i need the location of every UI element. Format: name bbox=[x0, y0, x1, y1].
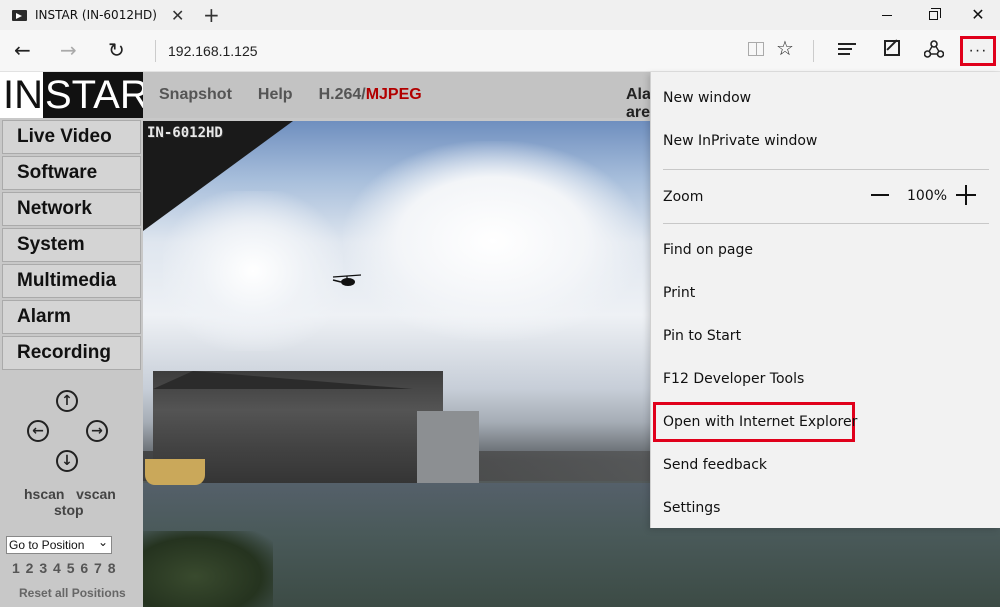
side-item-multimedia[interactable]: Multimedia bbox=[2, 264, 141, 298]
stop-button[interactable]: stop bbox=[54, 502, 84, 518]
menu-divider bbox=[663, 223, 989, 224]
restore-button[interactable] bbox=[910, 0, 956, 30]
menu-pin-to-start[interactable]: Pin to Start bbox=[663, 328, 741, 344]
codec-mjpeg-link[interactable]: MJPEG bbox=[366, 86, 422, 104]
menu-open-with-ie[interactable]: Open with Internet Explorer bbox=[663, 414, 857, 430]
more-actions-button[interactable]: ··· bbox=[960, 36, 996, 66]
tree-foliage bbox=[143, 531, 273, 607]
zoom-in-icon[interactable] bbox=[956, 185, 976, 205]
menu-settings[interactable]: Settings bbox=[663, 500, 720, 516]
instar-logo: IN STAR bbox=[0, 72, 151, 118]
logo-text-star: STAR bbox=[43, 72, 151, 118]
minimize-button[interactable] bbox=[864, 0, 910, 30]
tab-title: INSTAR (IN-6012HD) bbox=[35, 8, 157, 22]
pan-up-icon[interactable]: ↑ bbox=[56, 390, 78, 412]
menu-send-feedback[interactable]: Send feedback bbox=[663, 457, 767, 473]
reset-positions-link[interactable]: Reset all Positions bbox=[19, 586, 126, 600]
browser-tab[interactable]: INSTAR (IN-6012HD) ✕ bbox=[0, 0, 197, 30]
menu-new-inprivate-window[interactable]: New InPrivate window bbox=[663, 133, 817, 149]
menu-divider bbox=[663, 169, 989, 170]
close-window-button[interactable]: ✕ bbox=[955, 0, 1000, 30]
menu-find-on-page[interactable]: Find on page bbox=[663, 242, 753, 258]
camera-osd-label: IN-6012HD bbox=[147, 125, 223, 141]
divider bbox=[813, 40, 814, 62]
side-item-system[interactable]: System bbox=[2, 228, 141, 262]
side-menu: Live Video Software Network System Multi… bbox=[0, 118, 143, 372]
side-item-recording[interactable]: Recording bbox=[2, 336, 141, 370]
codec-h264-link[interactable]: H.264/ bbox=[319, 86, 366, 104]
vscan-button[interactable]: vscan bbox=[76, 486, 116, 502]
side-item-software[interactable]: Software bbox=[2, 156, 141, 190]
pier-roof bbox=[153, 371, 413, 389]
pan-down-icon[interactable]: ↓ bbox=[56, 450, 78, 472]
pan-right-icon[interactable]: → bbox=[86, 420, 108, 442]
refresh-icon[interactable]: ↻ bbox=[108, 38, 125, 62]
scan-controls: hscan vscan stop bbox=[24, 486, 116, 518]
reading-view-icon[interactable] bbox=[748, 42, 764, 56]
ptz-control: ↑ ← → ↓ hscan vscan stop Go to Position … bbox=[0, 390, 143, 605]
forward-arrow-icon[interactable]: → bbox=[60, 38, 77, 62]
pan-left-icon[interactable]: ← bbox=[27, 420, 49, 442]
back-arrow-icon[interactable]: ← bbox=[14, 38, 31, 62]
side-item-network[interactable]: Network bbox=[2, 192, 141, 226]
address-bar[interactable]: 192.168.1.125 bbox=[168, 43, 258, 59]
side-item-alarm[interactable]: Alarm bbox=[2, 300, 141, 334]
menu-developer-tools[interactable]: F12 Developer Tools bbox=[663, 371, 804, 387]
hub-icon[interactable] bbox=[838, 43, 856, 55]
ferry-boat bbox=[145, 459, 205, 485]
hscan-button[interactable]: hscan bbox=[24, 486, 64, 502]
divider bbox=[155, 40, 156, 62]
side-item-live-video[interactable]: Live Video bbox=[2, 120, 141, 154]
zoom-out-icon[interactable] bbox=[871, 194, 889, 196]
snapshot-link[interactable]: Snapshot bbox=[159, 86, 232, 104]
title-bar: INSTAR (IN-6012HD) ✕ + ✕ bbox=[0, 0, 1000, 30]
tab-close-icon[interactable]: ✕ bbox=[171, 6, 184, 26]
restore-icon bbox=[928, 7, 941, 20]
position-buttons[interactable]: 1 2 3 4 5 6 7 8 bbox=[12, 560, 116, 576]
minimize-icon bbox=[882, 14, 892, 16]
web-note-icon[interactable] bbox=[884, 40, 900, 56]
goto-position-select[interactable]: Go to Position bbox=[6, 534, 112, 554]
top-menu: Snapshot Help H.264/MJPEG Alarm area: 1 … bbox=[143, 72, 782, 121]
menu-zoom-label: Zoom bbox=[663, 189, 704, 205]
zoom-value: 100% bbox=[907, 188, 948, 204]
video-favicon-icon bbox=[12, 9, 27, 21]
menu-new-window[interactable]: New window bbox=[663, 90, 751, 106]
favorite-star-icon[interactable]: ☆ bbox=[776, 36, 794, 61]
helicopter-shape bbox=[332, 274, 362, 286]
share-icon[interactable] bbox=[924, 40, 944, 58]
menu-print[interactable]: Print bbox=[663, 285, 695, 301]
help-link[interactable]: Help bbox=[258, 86, 293, 104]
more-actions-menu: New window New InPrivate window Zoom 100… bbox=[650, 72, 1000, 528]
logo-text-in: IN bbox=[3, 73, 43, 117]
new-tab-button[interactable]: + bbox=[203, 3, 220, 27]
cloud bbox=[343, 141, 643, 341]
